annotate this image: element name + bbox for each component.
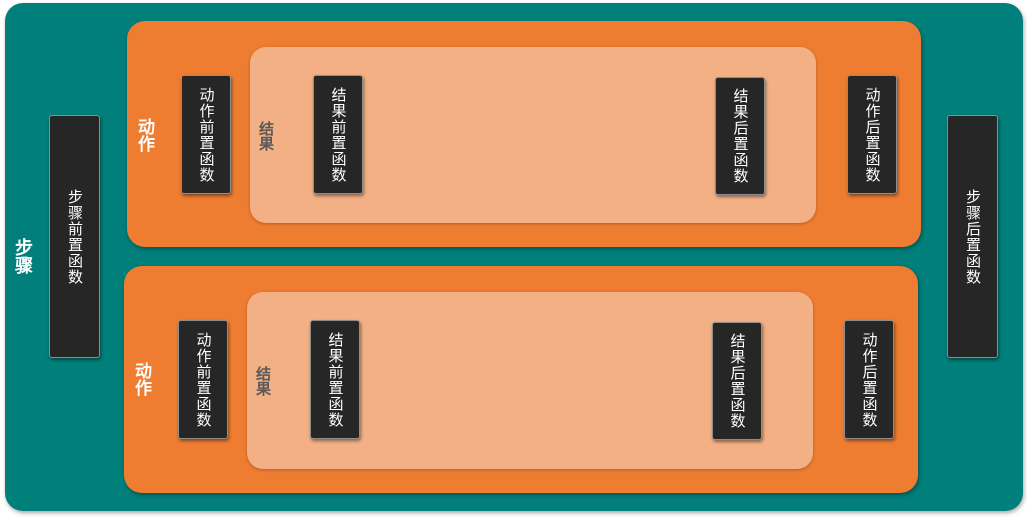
step-post-function-label: 步骤后置函数 — [964, 188, 982, 285]
result-pre-function-box-2: 结果前置函数 — [310, 320, 360, 439]
action-post-function-label-1: 动作后置函数 — [863, 86, 882, 183]
result-post-function-label-1: 结果后置函数 — [731, 88, 750, 184]
action-pre-function-label-1: 动作前置函数 — [197, 86, 216, 183]
step-label: 步骤 — [12, 238, 33, 274]
action-label-2: 动作 — [131, 362, 151, 396]
result-pre-function-label-2: 结果前置函数 — [326, 331, 345, 428]
step-pre-function-box: 步骤前置函数 — [49, 115, 100, 358]
result-pre-function-box-1: 结果前置函数 — [313, 75, 363, 194]
result-label-1: 结果 — [257, 121, 275, 151]
action-pre-function-label-2: 动作前置函数 — [194, 331, 213, 428]
step-post-function-box: 步骤后置函数 — [947, 115, 998, 358]
result-pre-function-label-1: 结果前置函数 — [329, 86, 348, 183]
action-pre-function-box-2: 动作前置函数 — [178, 320, 228, 439]
result-post-function-box-1: 结果后置函数 — [715, 77, 765, 195]
action-post-function-box-2: 动作后置函数 — [844, 320, 894, 439]
result-label-2: 结果 — [254, 366, 272, 396]
step-pre-function-label: 步骤前置函数 — [66, 188, 84, 285]
action-pre-function-box-1: 动作前置函数 — [181, 75, 231, 194]
result-post-function-box-2: 结果后置函数 — [712, 322, 762, 440]
result-post-function-label-2: 结果后置函数 — [728, 333, 747, 429]
action-label-1: 动作 — [134, 118, 154, 152]
action-post-function-box-1: 动作后置函数 — [847, 75, 897, 194]
action-post-function-label-2: 动作后置函数 — [860, 331, 879, 428]
